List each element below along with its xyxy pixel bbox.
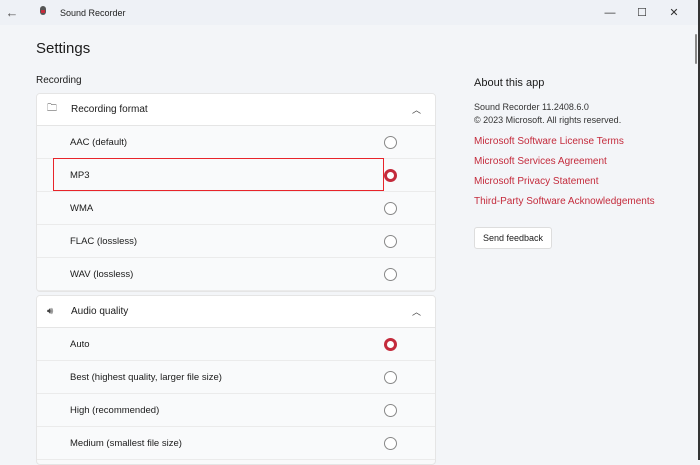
microphone-app-icon [38, 5, 48, 20]
audio-quality-label: Audio quality [71, 306, 129, 317]
third-party-link[interactable]: Third-Party Software Acknowledgements [474, 196, 655, 207]
radio-option[interactable]: FLAC (lossless) [37, 225, 435, 258]
radio-option[interactable]: WAV (lossless) [37, 258, 435, 291]
send-feedback-button[interactable]: Send feedback [474, 227, 553, 249]
radio-option[interactable]: Medium (smallest file size) [37, 427, 435, 460]
license-terms-link[interactable]: Microsoft Software License Terms [474, 136, 655, 147]
recording-format-label: Recording format [71, 104, 148, 115]
option-label: Auto [70, 338, 90, 350]
radio-button[interactable] [384, 337, 397, 351]
radio-button[interactable] [384, 403, 397, 417]
radio-button[interactable] [384, 234, 397, 248]
radio-option[interactable]: High (recommended) [37, 394, 435, 427]
option-label: AAC (default) [70, 136, 128, 148]
radio-option[interactable]: AAC (default) [37, 126, 435, 159]
scrollbar[interactable] [695, 34, 697, 64]
privacy-statement-link[interactable]: Microsoft Privacy Statement [474, 176, 655, 187]
chevron-up-icon[interactable]: ︿ [412, 103, 421, 116]
minimize-icon[interactable]: — [594, 7, 626, 19]
app-title: Sound Recorder [60, 7, 126, 18]
radio-button[interactable] [384, 436, 397, 450]
option-label: High (recommended) [70, 404, 160, 416]
radio-option[interactable]: Best (highest quality, larger file size) [37, 361, 435, 394]
chevron-up-icon[interactable]: ︿ [412, 305, 421, 318]
back-arrow-icon[interactable]: ← [0, 5, 24, 20]
audio-quality-header[interactable]: 🔊︎ Audio quality ︿ [37, 296, 435, 328]
services-agreement-link[interactable]: Microsoft Services Agreement [474, 156, 655, 167]
recording-format-card: 🗀 Recording format ︿ AAC (default) MP3 WMA… [36, 93, 436, 292]
option-label: FLAC (lossless) [70, 235, 138, 247]
radio-button[interactable] [384, 201, 397, 215]
copyright-text: © 2023 Microsoft. All rights reserved. [474, 115, 622, 125]
title-bar: ← Sound Recorder — ☐ ✕ [0, 0, 698, 25]
speaker-icon: 🔊︎ [47, 306, 54, 317]
radio-button[interactable] [384, 267, 397, 281]
option-label: WMA [70, 202, 94, 214]
page-title: Settings [36, 40, 91, 57]
recording-format-header[interactable]: 🗀 Recording format ︿ [37, 94, 435, 126]
radio-button[interactable] [384, 135, 397, 149]
radio-button[interactable] [384, 168, 397, 182]
close-icon[interactable]: ✕ [658, 6, 690, 19]
option-label: WAV (lossless) [70, 268, 134, 280]
radio-option[interactable]: Auto [37, 328, 435, 361]
section-label: Recording [36, 75, 82, 86]
option-label: Best (highest quality, larger file size) [70, 371, 222, 383]
version-text: Sound Recorder 11.2408.6.0 [474, 102, 589, 112]
radio-option[interactable]: WMA [37, 192, 435, 225]
audio-quality-card: 🔊︎ Audio quality ︿ Auto Best (highest qua… [36, 295, 436, 465]
highlight-annotation [53, 158, 384, 191]
folder-icon: 🗀 [47, 103, 57, 114]
radio-button[interactable] [384, 370, 397, 384]
maximize-icon[interactable]: ☐ [626, 6, 658, 19]
about-title: About this app [474, 77, 545, 89]
option-label: Medium (smallest file size) [70, 437, 182, 449]
about-panel: About this app Sound Recorder 11.2408.6.… [474, 77, 655, 249]
